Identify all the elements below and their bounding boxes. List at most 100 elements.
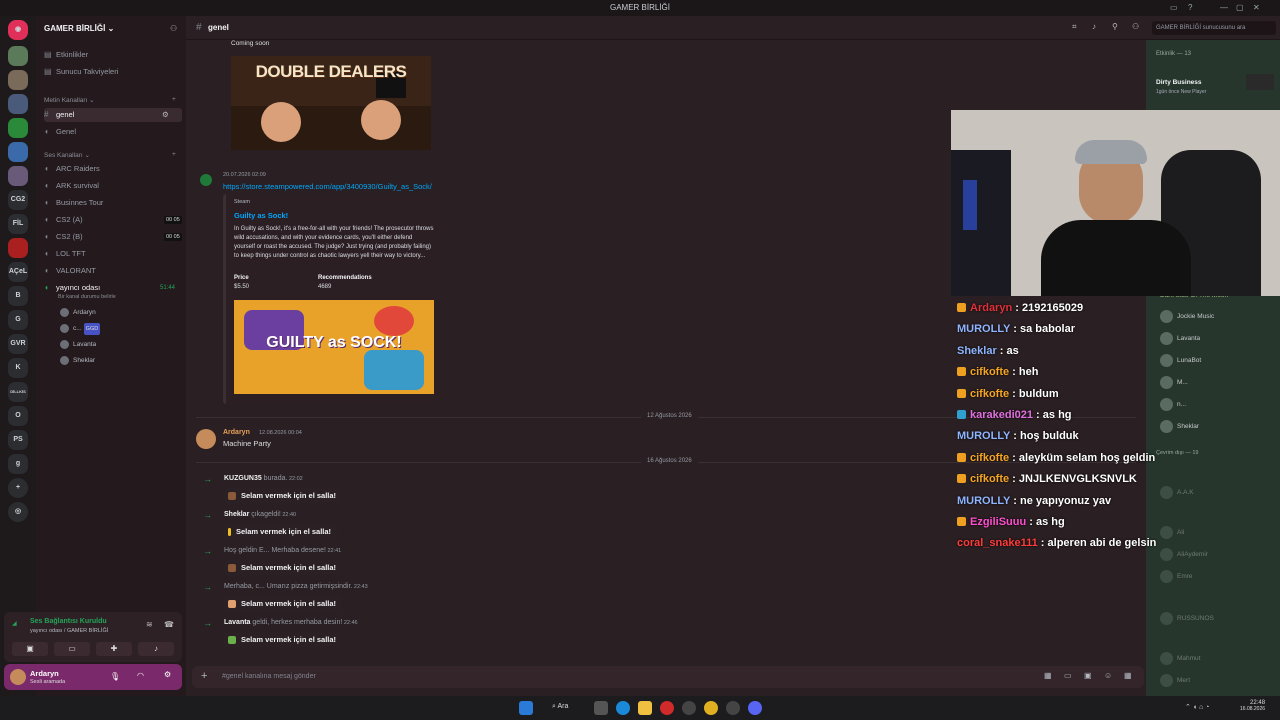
bell-icon[interactable]: ♪	[1092, 22, 1096, 31]
pin-icon[interactable]: ⚲	[1112, 22, 1118, 31]
server-icon[interactable]	[8, 142, 28, 162]
double-dealers-image[interactable]: DOUBLE DEALERS	[231, 56, 431, 150]
member-offline[interactable]: Mert	[1160, 674, 1190, 687]
steam-link[interactable]: https://store.steampowered.com/app/34009…	[223, 182, 432, 191]
member-offline[interactable]: Emre	[1160, 570, 1193, 583]
maximize-icon[interactable]: ▢	[1236, 3, 1244, 12]
activity-game[interactable]: Dirty Business	[1156, 79, 1202, 86]
help-icon[interactable]: ?	[1188, 3, 1192, 12]
minimize-icon[interactable]: —	[1220, 3, 1228, 12]
voice-channel[interactable]: ◖ Businnes Tour	[44, 196, 103, 210]
discord-home-icon[interactable]: ◉	[8, 20, 28, 40]
steam-icon[interactable]	[682, 701, 696, 715]
server-icon[interactable]: FİL	[8, 214, 28, 234]
microphone-icon[interactable]: 🎙︎	[110, 672, 120, 681]
bot-avatar[interactable]	[200, 174, 212, 186]
member[interactable]: M...	[1160, 376, 1188, 389]
signal-icon[interactable]: ◢	[12, 620, 17, 627]
apps-icon[interactable]: ▦	[1124, 671, 1132, 680]
server-icon[interactable]	[8, 70, 28, 90]
gift-icon[interactable]: ▦	[1044, 671, 1052, 680]
boosts-item[interactable]: ▤ Sunucu Takviyeleri	[44, 65, 118, 79]
server-icon[interactable]	[8, 166, 28, 186]
activities-button[interactable]: ✚	[96, 642, 132, 656]
obs-icon[interactable]	[726, 701, 740, 715]
channel-status[interactable]: Bir kanal durumu belirle	[58, 294, 116, 300]
gear-icon[interactable]: ⚙	[164, 670, 171, 679]
add-server-icon[interactable]: +	[8, 478, 28, 498]
server-icon[interactable]: GVR	[8, 334, 28, 354]
server-icon[interactable]	[8, 94, 28, 114]
member[interactable]: Jockie Music	[1160, 310, 1214, 323]
wave-button[interactable]: Selam vermek için el salla!	[224, 488, 343, 504]
voice-user[interactable]: Lavanta	[60, 339, 96, 351]
member-offline[interactable]: Ali	[1160, 526, 1184, 539]
voice-channel[interactable]: ◖ LOL TFT	[44, 247, 86, 261]
tray-icons[interactable]: ⌃ ◖ ⌂ ◔	[1185, 703, 1209, 711]
chrome-icon[interactable]	[704, 701, 718, 715]
member[interactable]: LunaBot	[1160, 354, 1201, 367]
search-input[interactable]: GAMER BİRLİĞİ sunucusunu ara	[1152, 21, 1276, 35]
voice-channel[interactable]: ◖ CS2 (A) 00 05	[44, 213, 184, 227]
member[interactable]: Sheklar	[1160, 420, 1199, 433]
add-channel-icon[interactable]: +	[172, 151, 176, 158]
search-button[interactable]: ⌕ Ara	[552, 703, 568, 711]
member-offline[interactable]: A.A.K	[1160, 486, 1194, 499]
disconnect-icon[interactable]: ☎	[164, 620, 174, 629]
members-icon[interactable]: ⚇	[1132, 22, 1139, 31]
member[interactable]: n...	[1160, 398, 1186, 411]
voice-channel[interactable]: ◖ ARC Raiders	[44, 162, 100, 176]
attach-icon[interactable]: +	[201, 670, 207, 682]
task-view-icon[interactable]	[594, 701, 608, 715]
sticker-icon[interactable]: ▣	[1084, 671, 1092, 680]
threads-icon[interactable]: ⌗	[1072, 22, 1077, 32]
edge-icon[interactable]	[616, 701, 630, 715]
add-channel-icon[interactable]: +	[172, 96, 176, 103]
avatar[interactable]	[10, 669, 26, 685]
wave-button[interactable]: Selam vermek için el salla!	[224, 596, 343, 612]
discover-icon[interactable]: ◎	[8, 502, 28, 522]
gif-icon[interactable]: ▭	[1064, 671, 1072, 680]
server-icon[interactable]: DİLLKİS	[8, 382, 28, 402]
events-item[interactable]: ▤ Etkinlikler	[44, 48, 88, 62]
text-category[interactable]: Metin Kanalları ⌄ +	[44, 96, 184, 104]
voice-location[interactable]: yayıncı odası / GAMER BİRLİĞİ	[30, 628, 108, 634]
close-icon[interactable]: ✕	[1253, 3, 1260, 12]
server-icon[interactable]: CG2	[8, 190, 28, 210]
settings-icon[interactable]: ⚙	[162, 108, 169, 122]
add-member-icon[interactable]: ⚇	[170, 24, 177, 33]
avatar[interactable]	[196, 429, 216, 449]
screen-share-button[interactable]: ▭	[54, 642, 90, 656]
server-name[interactable]: GAMER BİRLİĞİ ⌄	[44, 24, 114, 33]
headphones-icon[interactable]: ◠	[137, 671, 144, 680]
voice-user[interactable]: Sheklar	[60, 355, 95, 367]
wave-button[interactable]: Selam vermek için el salla!	[224, 524, 338, 540]
noise-suppression-icon[interactable]: ≋	[146, 620, 153, 629]
windows-start-icon[interactable]	[519, 701, 533, 715]
wave-button[interactable]: Selam vermek için el salla!	[224, 632, 343, 648]
opera-icon[interactable]	[660, 701, 674, 715]
server-icon[interactable]: G	[8, 310, 28, 330]
wave-button[interactable]: Selam vermek için el salla!	[224, 560, 343, 576]
server-icon[interactable]: O	[8, 406, 28, 426]
embed-title[interactable]: Guilty as Sock!	[234, 211, 288, 220]
clock[interactable]: 22:48 16.08.2026	[1240, 700, 1265, 712]
author-name[interactable]: Ardaryn	[223, 429, 250, 436]
discord-icon[interactable]	[748, 701, 762, 715]
server-icon[interactable]	[8, 118, 28, 138]
member-offline[interactable]: Mahmut	[1160, 652, 1200, 665]
voice-category[interactable]: Ses Kanalları ⌄ +	[44, 151, 184, 159]
voice-channel[interactable]: ◖ ARK survival	[44, 179, 99, 193]
inbox-icon[interactable]: ▭	[1170, 3, 1178, 12]
message-input[interactable]: #genel kanalına mesaj gönder	[222, 673, 316, 680]
server-icon[interactable]	[8, 238, 28, 258]
server-icon[interactable]	[8, 46, 28, 66]
voice-channel-genel[interactable]: ◖ Genel	[44, 125, 76, 139]
server-icon[interactable]: B	[8, 286, 28, 306]
camera-button[interactable]: ▣	[12, 642, 48, 656]
member[interactable]: Lavanta	[1160, 332, 1200, 345]
voice-channel[interactable]: ◖ VALORANT	[44, 264, 96, 278]
voice-channel[interactable]: ◖ CS2 (B) 00 05	[44, 230, 184, 244]
member-offline[interactable]: AliAydemir	[1160, 548, 1208, 561]
channel-genel[interactable]: # genel ⚙	[44, 108, 182, 122]
